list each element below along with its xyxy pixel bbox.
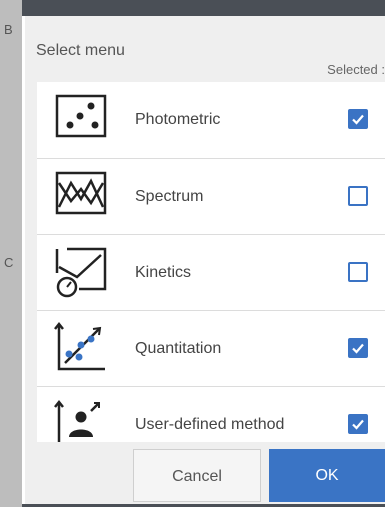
list-item-photometric[interactable]: Photometric — [37, 82, 385, 158]
list-item-quantitation[interactable]: Quantitation — [37, 310, 385, 386]
background-top-bar — [22, 0, 385, 16]
kinetics-icon — [53, 245, 109, 299]
list-item-label: Spectrum — [135, 188, 204, 205]
spectrum-icon — [53, 169, 109, 223]
list-item-user-defined-method[interactable]: User-defined method — [37, 386, 385, 442]
list-item-label: User-defined method — [135, 416, 285, 433]
dialog-title: Select menu — [36, 42, 125, 59]
user-defined-method-checkbox[interactable] — [348, 414, 368, 434]
photometric-checkbox[interactable] — [348, 109, 368, 129]
background-app-edge: B C — [0, 0, 22, 507]
selected-column-header: Selected : — [327, 62, 385, 77]
photometric-icon — [53, 92, 109, 146]
kinetics-checkbox[interactable] — [348, 262, 368, 282]
list-item-label: Photometric — [135, 111, 221, 128]
cancel-button[interactable]: Cancel — [133, 449, 261, 502]
menu-list[interactable]: Photometric Spectrum Kinetics Quantitati… — [37, 82, 385, 442]
list-item-label: Quantitation — [135, 340, 222, 357]
ok-button[interactable]: OK — [269, 449, 385, 502]
user-defined-method-icon — [53, 397, 109, 442]
background-text-fragment: B — [4, 22, 13, 37]
list-item-label: Kinetics — [135, 264, 192, 281]
list-item-spectrum[interactable]: Spectrum — [37, 158, 385, 234]
background-text-fragment: C — [4, 255, 14, 270]
quantitation-checkbox[interactable] — [348, 338, 368, 358]
list-item-kinetics[interactable]: Kinetics — [37, 234, 385, 310]
quantitation-icon — [53, 321, 109, 375]
spectrum-checkbox[interactable] — [348, 186, 368, 206]
select-menu-dialog: Select menu Selected : Photometric Spect… — [25, 16, 385, 504]
